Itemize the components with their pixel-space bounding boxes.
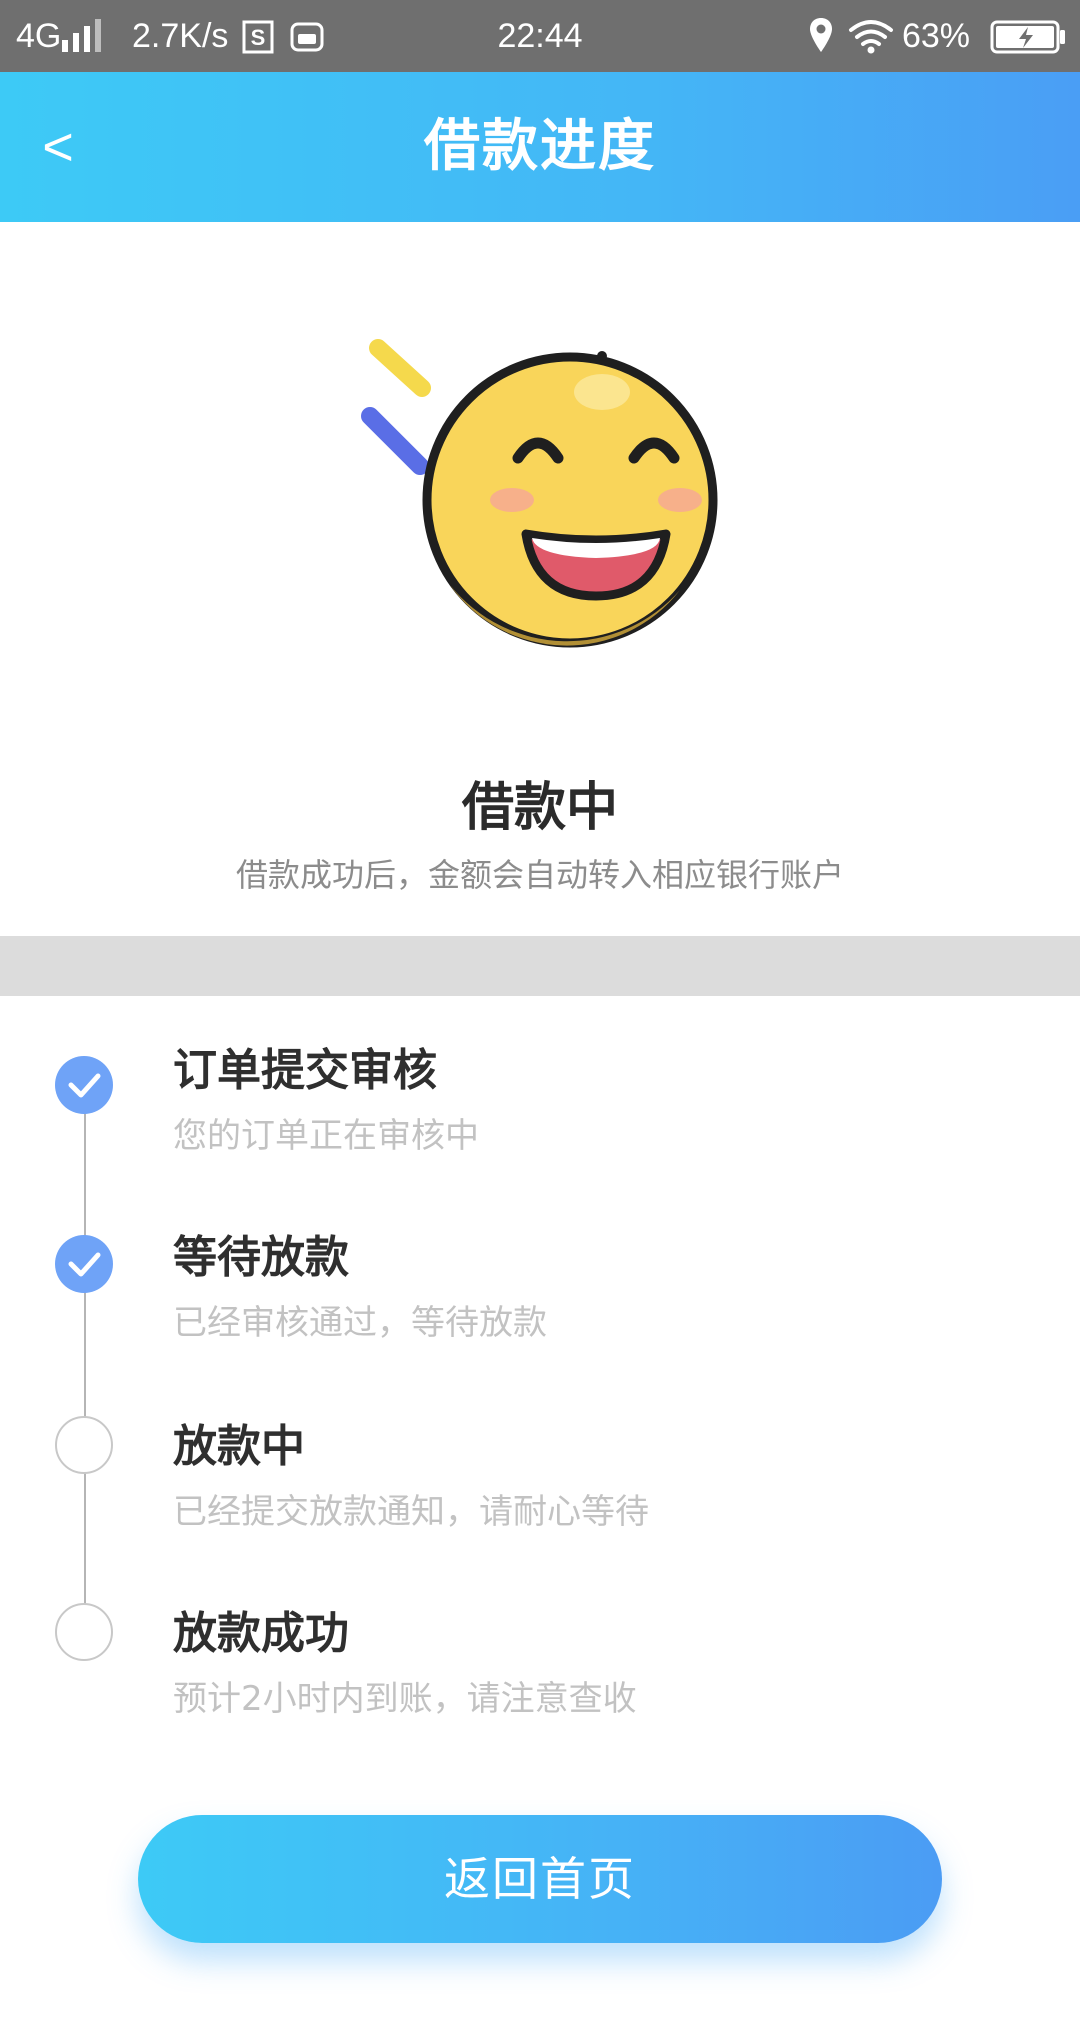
battery-percent: 63% [901, 17, 970, 55]
section-divider [0, 936, 1080, 996]
check-icon [55, 1056, 113, 1114]
battery-charging-icon [990, 20, 1066, 59]
step-title: 放款中 [173, 1421, 305, 1472]
step-title: 放款成功 [173, 1608, 349, 1659]
return-home-button[interactable]: 返回首页 [138, 1815, 942, 1943]
loan-status-title: 借款中 [461, 778, 618, 838]
step-awaiting-disbursement: 等待放款 已经审核通过，等待放款 [0, 1185, 1080, 1375]
step-title: 等待放款 [173, 1232, 349, 1283]
step-description: 预计2小时内到账，请注意查收 [173, 1679, 637, 1719]
check-icon [55, 1235, 113, 1293]
progress-timeline: 订单提交审核 您的订单正在审核中 等待放款 已经审核通过，等待放款 放款中 已经… [0, 996, 1080, 1756]
step-description: 您的订单正在审核中 [173, 1116, 479, 1156]
step-description: 已经审核通过，等待放款 [173, 1303, 547, 1343]
step-order-review: 订单提交审核 您的订单正在审核中 [0, 996, 1080, 1186]
empty-circle-icon [55, 1416, 113, 1474]
loan-status-description: 借款成功后，金额会自动转入相应银行账户 [235, 856, 844, 894]
loan-progress-screen: 4G 2.7K/s S 22:44 63% < 借款进度 借款中 借款成功后，金… [0, 0, 1080, 2040]
wifi-icon [848, 18, 894, 59]
step-disbursed: 放款成功 预计2小时内到账，请注意查收 [0, 1563, 1080, 1753]
empty-circle-icon [55, 1603, 113, 1661]
status-bar: 4G 2.7K/s S 22:44 63% [0, 0, 1080, 72]
step-description: 已经提交放款通知，请耐心等待 [173, 1492, 649, 1532]
step-disbursing: 放款中 已经提交放款通知，请耐心等待 [0, 1374, 1080, 1564]
app-header: < 借款进度 [0, 72, 1080, 222]
page-title: 借款进度 [424, 114, 656, 179]
location-icon [808, 16, 834, 59]
step-title: 订单提交审核 [173, 1045, 437, 1096]
smiley-face-icon [340, 320, 740, 660]
